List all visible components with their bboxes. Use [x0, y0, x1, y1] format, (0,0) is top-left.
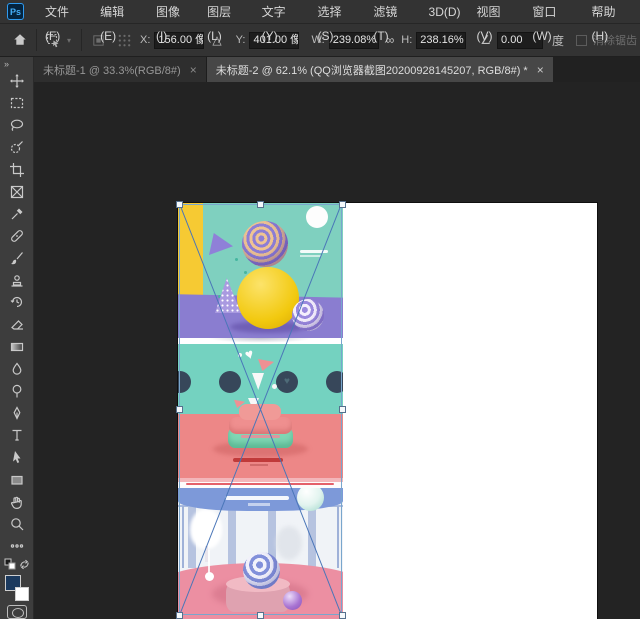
menu-edit[interactable]: 编辑(E)	[92, 0, 148, 24]
eraser-tool[interactable]	[5, 315, 29, 335]
canvas-area[interactable]: ♥ ♥	[34, 82, 640, 619]
quick-mask-icon[interactable]	[7, 605, 27, 619]
transform-handle-bottom-right[interactable]	[339, 612, 346, 619]
tab-title: 未标题-1 @ 33.3%(RGB/8#)	[43, 62, 181, 78]
gradient-tool[interactable]	[5, 337, 29, 357]
menu-type[interactable]: 文字(Y)	[254, 0, 310, 24]
transform-handle-bottom-left[interactable]	[176, 612, 183, 619]
h-label: H:	[401, 34, 412, 46]
tab-untitled-2[interactable]: 未标题-2 @ 62.1% (QQ浏览器截图20200928145207, RG…	[207, 57, 553, 82]
quick-selection-tool[interactable]	[5, 137, 29, 157]
hand-tool[interactable]	[5, 492, 29, 512]
width-field[interactable]: 239.08%	[329, 32, 379, 49]
close-tab-icon[interactable]: ×	[190, 63, 197, 77]
crop-tool[interactable]	[5, 160, 29, 180]
menu-layer[interactable]: 图层(L)	[199, 0, 254, 24]
zoom-tool[interactable]	[5, 514, 29, 534]
menu-view[interactable]: 视图(V)	[469, 0, 525, 24]
history-brush-tool[interactable]	[5, 292, 29, 312]
home-icon[interactable]	[10, 30, 30, 50]
path-selection-tool[interactable]	[5, 447, 29, 467]
rectangular-marquee-tool[interactable]	[5, 93, 29, 113]
default-colors-icon[interactable]	[4, 557, 16, 575]
clone-stamp-tool[interactable]	[5, 270, 29, 290]
angle-unit-label: 度	[552, 32, 564, 49]
close-tab-icon[interactable]: ×	[537, 63, 544, 77]
menu-3d[interactable]: 3D(D)	[421, 0, 469, 24]
transform-handle-top-left[interactable]	[176, 201, 183, 208]
transform-handle-top-right[interactable]	[339, 201, 346, 208]
spot-healing-brush-tool[interactable]	[5, 226, 29, 246]
transform-cross-lines	[180, 205, 341, 614]
menu-help[interactable]: 帮助(H)	[584, 0, 640, 24]
tool-dropdown-icon[interactable]: ▾	[67, 36, 71, 45]
menu-filter[interactable]: 滤镜(T)	[365, 0, 420, 24]
dodge-tool[interactable]	[5, 381, 29, 401]
antialias-checkbox[interactable]	[576, 35, 587, 46]
blur-tool[interactable]	[5, 359, 29, 379]
transform-handle-bottom-center[interactable]	[257, 612, 264, 619]
brush-tool[interactable]	[5, 248, 29, 268]
color-swatches	[4, 575, 30, 601]
free-transform-bounding-box[interactable]	[179, 204, 342, 615]
lasso-tool[interactable]	[5, 115, 29, 135]
x-label: X:	[140, 34, 150, 46]
tab-untitled-1[interactable]: 未标题-1 @ 33.3%(RGB/8#) ×	[34, 57, 207, 82]
transform-handle-top-center[interactable]	[257, 201, 264, 208]
height-field[interactable]: 238.16%	[416, 32, 466, 49]
eyedropper-tool[interactable]	[5, 204, 29, 224]
menu-select[interactable]: 选择(S)	[310, 0, 366, 24]
tools-panel: »	[0, 57, 34, 619]
pen-tool[interactable]	[5, 403, 29, 423]
type-tool[interactable]	[5, 425, 29, 445]
edit-toolbar-icon[interactable]	[5, 536, 29, 556]
transform-handle-middle-right[interactable]	[339, 406, 346, 413]
y-label: Y:	[236, 34, 246, 46]
menu-image[interactable]: 图像(I)	[148, 0, 199, 24]
separator	[81, 29, 82, 51]
photoshop-logo-icon: Ps	[7, 3, 24, 20]
tab-title: 未标题-2 @ 62.1% (QQ浏览器截图20200928145207, RG…	[216, 62, 528, 78]
photoshop-window: Ps 文件(F) 编辑(E) 图像(I) 图层(L) 文字(Y) 选择(S) 滤…	[0, 0, 640, 619]
document-tab-bar: 未标题-1 @ 33.3%(RGB/8#) × 未标题-2 @ 62.1% (Q…	[34, 57, 640, 82]
menu-window[interactable]: 窗口(W)	[524, 0, 583, 24]
separator	[36, 29, 37, 51]
rectangle-shape-tool[interactable]	[5, 470, 29, 490]
move-tool[interactable]	[5, 71, 29, 91]
background-color-swatch[interactable]	[15, 587, 29, 601]
collapse-tools-icon[interactable]: »	[0, 57, 11, 70]
menu-file[interactable]: 文件(F)	[37, 0, 92, 24]
frame-tool[interactable]	[5, 182, 29, 202]
reference-point-grid-icon[interactable]	[114, 30, 134, 50]
transform-handle-middle-left[interactable]	[176, 406, 183, 413]
menu-bar: Ps 文件(F) 编辑(E) 图像(I) 图层(L) 文字(Y) 选择(S) 滤…	[0, 0, 640, 24]
color-controls	[4, 559, 30, 573]
swap-colors-icon[interactable]	[19, 557, 30, 575]
